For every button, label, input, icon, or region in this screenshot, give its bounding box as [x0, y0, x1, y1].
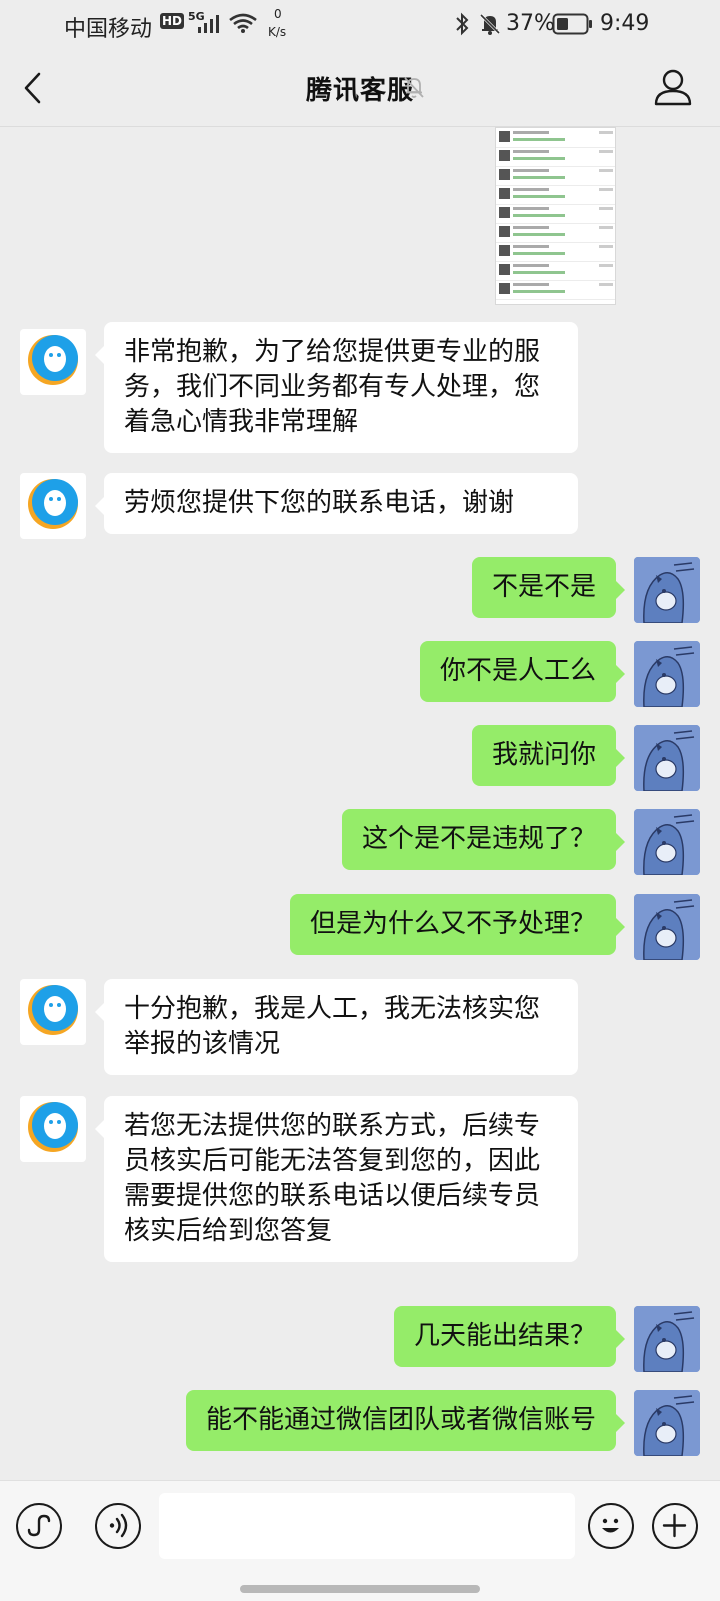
- service-avatar[interactable]: [20, 329, 86, 395]
- cartoon-shark-avatar-icon: [634, 1390, 700, 1456]
- qq-logo-icon: [28, 479, 78, 529]
- mini-program-icon: [27, 1514, 51, 1537]
- cartoon-shark-avatar-icon: [634, 725, 700, 791]
- cartoon-shark-avatar-icon: [634, 641, 700, 707]
- shared-screenshot-image[interactable]: [495, 127, 616, 305]
- battery-icon: [552, 13, 592, 35]
- message-bubble-received[interactable]: 劳烦您提供下您的联系电话，谢谢: [95, 473, 578, 534]
- user-avatar[interactable]: [634, 557, 700, 623]
- signal-icon: [198, 15, 219, 33]
- mute-status-icon: [479, 13, 501, 35]
- message-bubble-received[interactable]: 十分抱歉，我是人工，我无法核实您举报的该情况: [95, 979, 578, 1075]
- status-bar: 中国移动 HD 5G 0 K/s 37% 9:49: [0, 0, 720, 50]
- more-button[interactable]: [652, 1503, 698, 1549]
- message-bubble-received[interactable]: 非常抱歉，为了给您提供更专业的服务，我们不同业务都有专人处理，您着急心情我非常理…: [95, 322, 578, 453]
- speed-unit: K/s: [268, 25, 287, 39]
- bluetooth-icon: [456, 12, 469, 36]
- home-indicator[interactable]: [240, 1585, 480, 1593]
- battery-percent: 37%: [506, 11, 555, 36]
- message-bubble-sent[interactable]: 你不是人工么: [419, 641, 626, 702]
- cartoon-shark-avatar-icon: [634, 1306, 700, 1372]
- cartoon-shark-avatar-icon: [634, 894, 700, 960]
- chat-title-text: 腾讯客服: [305, 76, 414, 106]
- chat-title: 腾讯客服: [0, 70, 720, 107]
- message-input[interactable]: [159, 1493, 575, 1559]
- message-bubble-sent[interactable]: 能不能通过微信团队或者微信账号: [185, 1390, 626, 1451]
- user-avatar[interactable]: [634, 1390, 700, 1456]
- emoji-icon: [602, 1518, 619, 1533]
- message-bubble-sent[interactable]: 但是为什么又不予处理？: [289, 894, 626, 955]
- speed-value: 0: [274, 7, 282, 21]
- voice-icon: [109, 1513, 128, 1538]
- wifi-icon: [229, 13, 257, 33]
- emoji-button[interactable]: [588, 1503, 634, 1549]
- user-avatar[interactable]: [634, 809, 700, 875]
- service-avatar[interactable]: [20, 1096, 86, 1162]
- user-avatar[interactable]: [634, 1306, 700, 1372]
- cartoon-shark-avatar-icon: [634, 557, 700, 623]
- cartoon-shark-avatar-icon: [634, 809, 700, 875]
- qq-logo-icon: [28, 335, 78, 385]
- chat-header: 腾讯客服: [0, 50, 720, 127]
- service-avatar[interactable]: [20, 473, 86, 539]
- carrier-name: 中国移动: [64, 17, 153, 42]
- qq-logo-icon: [28, 985, 78, 1035]
- profile-button[interactable]: [650, 66, 696, 110]
- user-avatar[interactable]: [634, 894, 700, 960]
- person-icon: [654, 69, 692, 106]
- user-avatar[interactable]: [634, 641, 700, 707]
- bell-off-icon: [404, 77, 424, 98]
- plus-icon: [662, 1513, 687, 1538]
- chat-area[interactable]: 非常抱歉，为了给您提供更专业的服务，我们不同业务都有专人处理，您着急心情我非常理…: [0, 127, 720, 1480]
- mini-program-button[interactable]: [16, 1503, 62, 1549]
- hd-badge: HD: [160, 13, 185, 29]
- voice-button[interactable]: [95, 1503, 141, 1549]
- qq-logo-icon: [28, 1102, 78, 1152]
- clock: 9:49: [600, 11, 650, 36]
- input-bar: [0, 1480, 720, 1601]
- message-bubble-sent[interactable]: 不是不是: [471, 557, 626, 618]
- message-bubble-sent[interactable]: 几天能出结果？: [393, 1306, 626, 1367]
- user-avatar[interactable]: [634, 725, 700, 791]
- service-avatar[interactable]: [20, 979, 86, 1045]
- message-bubble-sent[interactable]: 我就问你: [471, 725, 626, 786]
- message-bubble-sent[interactable]: 这个是不是违规了？: [341, 809, 626, 870]
- message-bubble-received[interactable]: 若您无法提供您的联系方式，后续专员核实后可能无法答复到您的，因此需要提供您的联系…: [95, 1096, 578, 1262]
